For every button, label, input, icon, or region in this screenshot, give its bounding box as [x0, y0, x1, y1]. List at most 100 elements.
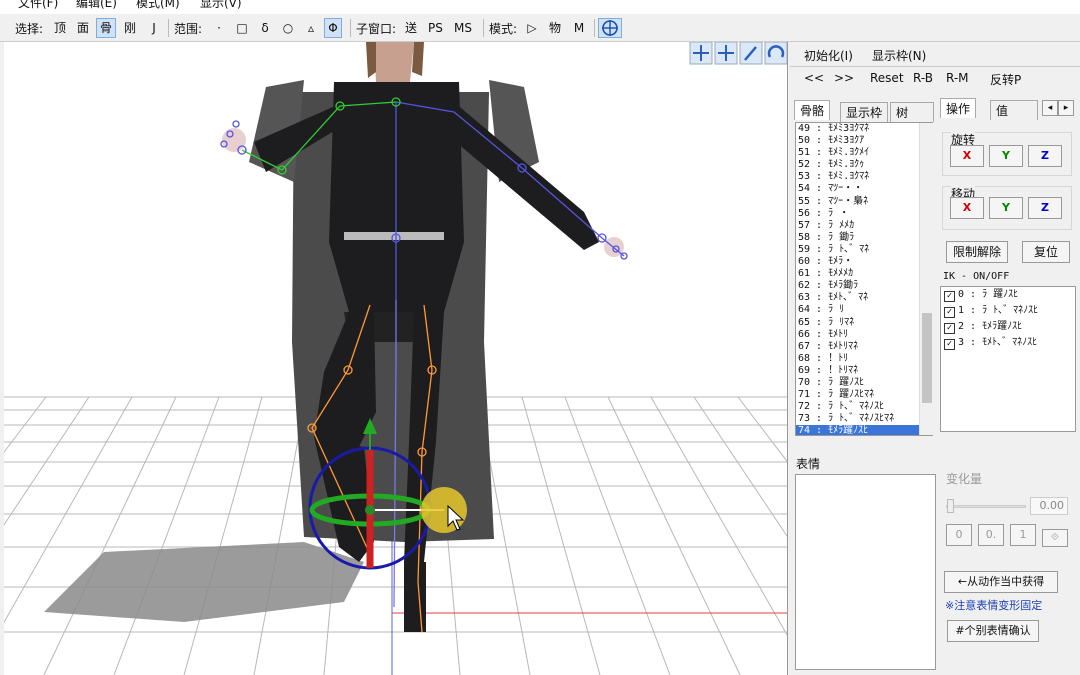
morph-slider-thumb[interactable]	[947, 499, 954, 513]
reset-button[interactable]: Reset	[870, 71, 904, 85]
ik-checkbox[interactable]: ✓	[944, 307, 955, 318]
3d-viewport[interactable]	[4, 42, 788, 675]
subwindow-send-button[interactable]: 送	[402, 18, 420, 38]
crosshair-icon[interactable]	[598, 18, 622, 38]
menu-file[interactable]: 文件(F)	[18, 0, 58, 11]
move-x-button[interactable]: X	[950, 197, 984, 219]
view-controls[interactable]	[689, 42, 787, 65]
range-triangle-button[interactable]: ▵	[302, 18, 320, 38]
bone-list-item[interactable]: 74 : ﾓﾒﾗ躍ﾉｽﾋ	[796, 425, 932, 435]
bone-list-item[interactable]: 63 : ﾓﾒﾄ､゛ﾏﾈ	[796, 292, 932, 304]
bone-list-item[interactable]: 50 : ﾓﾒﾐ3ﾖｸｱ	[796, 135, 932, 147]
range-lasso-button[interactable]: δ	[256, 18, 274, 38]
bone-list-scrollbar[interactable]	[919, 123, 933, 435]
range-circle-button[interactable]: ○	[279, 18, 297, 38]
flip-pose-button[interactable]: 反转P	[990, 71, 1021, 88]
ik-item-label: 1 : ﾗ ﾄ､゛ﾏﾈﾉｽﾋ	[958, 305, 1039, 316]
bone-list-item[interactable]: 67 : ﾓﾒﾄﾘﾏﾈ	[796, 341, 932, 353]
subwindow-ms-button[interactable]: MS	[451, 18, 475, 38]
prev-frame-button[interactable]: <<	[804, 71, 824, 85]
morph-half-button[interactable]: 0.	[978, 524, 1004, 546]
display-frame-button[interactable]: 显示枠(N)	[872, 47, 926, 64]
mode-play-button[interactable]: ▷	[523, 18, 541, 38]
get-from-motion-button[interactable]: ←从动作当中获得	[944, 571, 1058, 593]
morph-slider[interactable]	[946, 505, 1026, 508]
bone-list-item[interactable]: 58 : ﾗ 鋤ﾗ	[796, 232, 932, 244]
bone-list-item[interactable]: 55 : ﾏﾂｰ・梟ﾈ	[796, 196, 932, 208]
ik-list-item[interactable]: ✓ 1 : ﾗ ﾄ､゛ﾏﾈﾉｽﾋ	[941, 303, 1075, 319]
range-phi-button[interactable]: Φ	[324, 18, 342, 38]
tab-display-frame[interactable]: 显示枠	[840, 102, 889, 122]
bone-list-item[interactable]: 51 : ﾓﾒﾐ.ﾖｸﾒｲ	[796, 147, 932, 159]
ik-checkbox[interactable]: ✓	[944, 339, 955, 350]
next-frame-button[interactable]: >>	[834, 71, 854, 85]
rotate-z-button[interactable]: Z	[1028, 145, 1062, 167]
tab-bones[interactable]: 骨骼	[794, 100, 831, 120]
select-vertex-button[interactable]: 顶	[51, 18, 69, 38]
mode-physics-button[interactable]: 物	[546, 18, 564, 38]
ik-list-item[interactable]: ✓ 0 : ﾗ 躍ﾉｽﾋ	[941, 287, 1075, 303]
bone-list-item[interactable]: 54 : ﾏﾂｰ・・	[796, 183, 932, 195]
separator	[594, 19, 595, 37]
rb-button[interactable]: R-B	[913, 71, 933, 85]
rm-button[interactable]: R-M	[946, 71, 969, 85]
move-y-button[interactable]: Y	[989, 197, 1023, 219]
ik-list-item[interactable]: ✓ 3 : ﾓﾒﾄ､゛ﾏﾈﾉｽﾋ	[941, 335, 1075, 351]
bone-list-item[interactable]: 64 : ﾗ ﾘ	[796, 304, 932, 316]
tab-value[interactable]: 值	[990, 100, 1038, 120]
bone-list-item[interactable]: 72 : ﾗ ﾄ､゛ﾏﾈﾉｽﾋ	[796, 401, 932, 413]
bone-list-item[interactable]: 56 : ﾗ ・	[796, 208, 932, 220]
select-bone-button[interactable]: 骨	[96, 18, 117, 38]
tab-tree[interactable]: 树	[890, 102, 934, 122]
bone-list-item[interactable]: 73 : ﾗ ﾄ､゛ﾏﾈﾉｽﾋﾏﾈ	[796, 413, 932, 425]
select-rigid-button[interactable]: 刚	[121, 18, 139, 38]
morph-one-button[interactable]: 1	[1010, 524, 1036, 546]
bone-list-item[interactable]: 53 : ﾓﾒﾐ.ﾖｸﾏﾈ	[796, 171, 932, 183]
bone-list-item[interactable]: 52 : ﾓﾒﾐ.ﾖｸｩ	[796, 159, 932, 171]
scene-canvas[interactable]	[4, 42, 788, 675]
select-joint-button[interactable]: J	[145, 18, 163, 38]
subwindow-ps-button[interactable]: PS	[425, 18, 446, 38]
init-button[interactable]: 初始化(I)	[804, 47, 853, 64]
mode-m-button[interactable]: M	[570, 18, 588, 38]
bone-list-item[interactable]: 71 : ﾗ 躍ﾉｽﾋﾏﾈ	[796, 389, 932, 401]
ik-checkbox[interactable]: ✓	[944, 323, 955, 334]
toolbar: 选择: 顶 面 骨 刚 J 范围: · □ δ ○ ▵ Φ 子窗口: 送 PS …	[0, 14, 1080, 42]
menu-edit[interactable]: 编辑(E)	[76, 0, 117, 11]
morph-register-icon[interactable]: ⟐	[1042, 529, 1068, 547]
bone-list-item[interactable]: 61 : ﾓﾒﾒﾒｶ	[796, 268, 932, 280]
bone-list-item[interactable]: 62 : ﾓﾒﾗ鋤ﾗ	[796, 280, 932, 292]
bone-list-item[interactable]: 70 : ﾗ 躍ﾉｽﾋ	[796, 377, 932, 389]
bone-list-item[interactable]: 65 : ﾗ ﾘﾏﾈ	[796, 317, 932, 329]
tab-operation[interactable]: 操作	[940, 98, 977, 118]
bone-list-item[interactable]: 66 : ﾓﾒﾄﾘ	[796, 329, 932, 341]
bone-list-item[interactable]: 59 : ﾗ ﾄ､゛ﾏﾈ	[796, 244, 932, 256]
range-point-button[interactable]: ·	[210, 18, 228, 38]
separator	[350, 19, 351, 37]
expression-list[interactable]	[795, 474, 936, 670]
ik-checkbox[interactable]: ✓	[944, 291, 955, 302]
move-z-button[interactable]: Z	[1028, 197, 1062, 219]
ik-list-item[interactable]: ✓ 2 : ﾓﾒﾗ躍ﾉｽﾋ	[941, 319, 1075, 335]
menu-mode[interactable]: 模式(M)	[136, 0, 180, 11]
bone-list-item[interactable]: 60 : ﾓﾒﾗ・	[796, 256, 932, 268]
morph-zero-button[interactable]: 0	[946, 524, 972, 546]
select-face-button[interactable]: 面	[74, 18, 92, 38]
rotate-y-button[interactable]: Y	[989, 145, 1023, 167]
bone-list-item[interactable]: 69 : ！ﾄﾘﾏﾈ	[796, 365, 932, 377]
bone-list-item[interactable]: 68 : ！ﾄﾘ	[796, 353, 932, 365]
bone-list-item[interactable]: 49 : ﾓﾒﾐ3ﾖｸﾏﾈ	[796, 123, 932, 135]
tab-scroll-left-icon[interactable]: ◂	[1042, 100, 1058, 116]
bone-list[interactable]: 49 : ﾓﾒﾐ3ﾖｸﾏﾈ 50 : ﾓﾒﾐ3ﾖｸｱ 51 : ﾓﾒﾐ.ﾖｸﾒｲ 52…	[795, 122, 933, 436]
ik-list[interactable]: ✓ 0 : ﾗ 躍ﾉｽﾋ ✓ 1 : ﾗ ﾄ､゛ﾏﾈﾉｽﾋ ✓ 2 : ﾓﾒﾗ躍ﾉｽﾋ ✓ 3…	[940, 286, 1076, 432]
bone-list-item[interactable]: 57 : ﾗ ﾒﾒｶ	[796, 220, 932, 232]
reset-position-button[interactable]: 复位	[1022, 241, 1070, 263]
morph-value-field[interactable]: 0.00	[1030, 497, 1068, 515]
menu-display[interactable]: 显示(V)	[200, 0, 242, 11]
tab-scroll-right-icon[interactable]: ▸	[1058, 100, 1074, 116]
ik-item-label: 3 : ﾓﾒﾄ､゛ﾏﾈﾉｽﾋ	[958, 337, 1038, 348]
unlock-limit-button[interactable]: 限制解除	[946, 241, 1008, 263]
range-rect-button[interactable]: □	[233, 18, 251, 38]
confirm-expression-button[interactable]: #个别表情确认	[947, 620, 1039, 642]
rotate-x-button[interactable]: X	[950, 145, 984, 167]
